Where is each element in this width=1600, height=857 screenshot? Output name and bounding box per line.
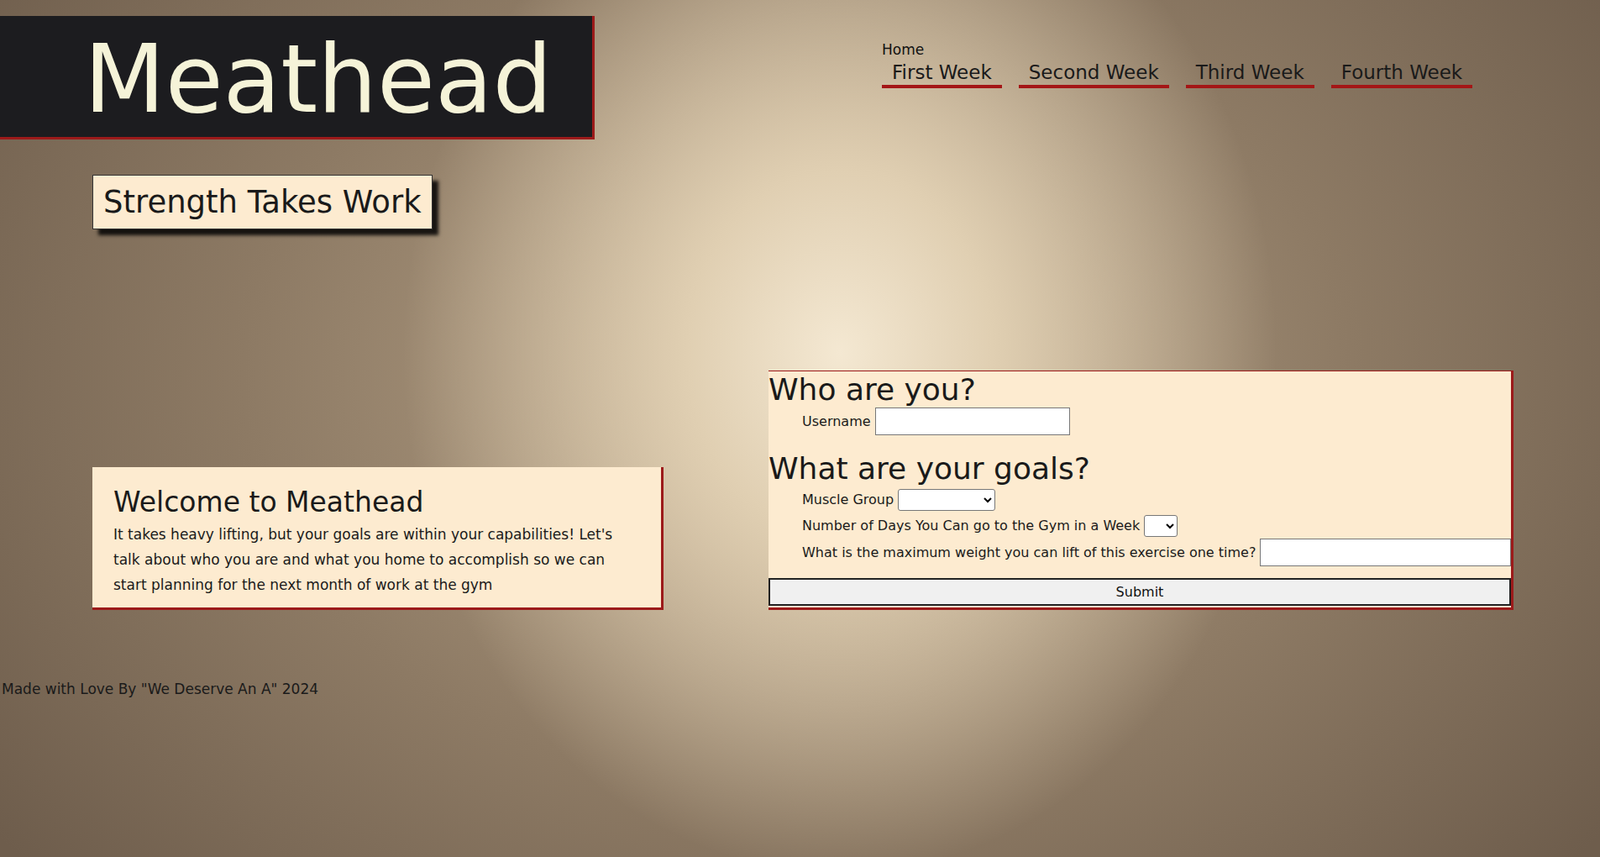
nav-links: First Week Second Week Third Week Fourth We… xyxy=(881,59,1473,89)
tagline: Strength Takes Work xyxy=(92,174,433,230)
max-weight-input[interactable] xyxy=(1259,538,1511,567)
section-title: Who are you? xyxy=(768,371,1511,408)
field-label: Muscle Group xyxy=(802,491,894,508)
field-label: Number of Days You Can go to the Gym in … xyxy=(802,517,1140,534)
home-link[interactable]: Home xyxy=(881,41,1473,58)
section-title: What are your goals? xyxy=(768,450,1511,487)
days-select[interactable] xyxy=(1143,514,1178,537)
welcome-title: Welcome to Meathead xyxy=(113,485,643,519)
top-row: Meathead Strength Takes Work HomeFirst Wee… xyxy=(0,15,1600,230)
header: Meathead Strength Takes Work xyxy=(0,15,882,230)
page: Meathead Strength Takes Work HomeFirst Wee… xyxy=(0,0,1600,857)
footer: Made with Love By "We Deserve An A" 2024 xyxy=(0,680,1600,698)
nav-link[interactable]: Fourth Week xyxy=(1331,59,1473,89)
title-box: Meathead xyxy=(0,15,595,140)
field-label: What is the maximum weight you can lift … xyxy=(802,544,1256,561)
form-row: Muscle Group xyxy=(768,486,1511,513)
form-row: Number of Days You Can go to the Gym in … xyxy=(768,512,1511,539)
field-label: Username xyxy=(802,413,871,430)
goals-form: Who are you? Username What are your goals?… xyxy=(768,370,1514,610)
form-row: What is the maximum weight you can lift … xyxy=(768,538,1511,567)
muscle-group-select[interactable] xyxy=(897,488,996,511)
nav-link[interactable]: Second Week xyxy=(1018,59,1170,89)
welcome-text: It takes heavy lifting, but your goals a… xyxy=(113,521,643,598)
form-row: Username xyxy=(768,407,1511,436)
nav-link[interactable]: First Week xyxy=(881,59,1002,89)
welcome-card: Welcome to MeatheadIt takes heavy liftin… xyxy=(92,466,664,610)
submit-button[interactable]: Submit xyxy=(768,577,1511,606)
username-input[interactable] xyxy=(875,407,1071,436)
nav: HomeFirst Week Second Week Third Week Fourt… xyxy=(881,41,1473,89)
main-row: Welcome to MeatheadIt takes heavy liftin… xyxy=(0,370,1600,610)
nav-link[interactable]: Third Week xyxy=(1185,59,1315,89)
site-title: Meathead xyxy=(83,27,553,132)
